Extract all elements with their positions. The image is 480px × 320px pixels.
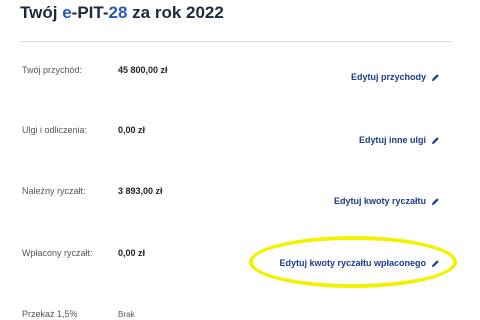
title-number: 28 <box>108 3 128 22</box>
edit-lump-sum-paid-label: Edytuj kwoty ryczałtu wpłaconego <box>279 258 426 268</box>
title-e: e <box>62 3 72 22</box>
edit-lump-sum-label: Edytuj kwoty ryczałtu <box>333 196 426 206</box>
tax-donation-label: Przekaż 1,5% <box>22 309 78 319</box>
edit-lump-sum-paid-link[interactable]: Edytuj kwoty ryczałtu wpłaconego <box>279 258 440 268</box>
title-dash: -PIT- <box>71 3 109 22</box>
lump-sum-paid-value: 0,00 zł <box>118 248 146 258</box>
tax-donation-value: Brak <box>118 310 135 319</box>
edit-income-label: Edytuj przychody <box>350 72 426 82</box>
edit-reliefs-link[interactable]: Edytuj inne ulgi <box>359 135 440 145</box>
lump-sum-paid-label: Wpłacony ryczałt: <box>22 248 93 258</box>
edit-income-link[interactable]: Edytuj przychody <box>351 72 440 82</box>
pencil-icon <box>431 259 439 267</box>
pencil-icon <box>431 73 439 81</box>
edit-lump-sum-link[interactable]: Edytuj kwoty ryczałtu <box>334 196 440 206</box>
pencil-icon <box>431 136 439 144</box>
lump-sum-due-label: Należny ryczałt: <box>22 186 86 196</box>
page-title: Twój e-PIT-28 za rok 2022 <box>20 2 224 24</box>
income-label: Twój przychód: <box>22 65 83 75</box>
lump-sum-due-value: 3 893,00 zł <box>118 186 163 196</box>
e-pit-summary: Twój e-PIT-28 za rok 2022 Twój przychód:… <box>0 0 480 320</box>
pencil-icon <box>431 197 439 205</box>
title-suffix: za rok 2022 <box>127 3 224 22</box>
edit-reliefs-label: Edytuj inne ulgi <box>359 135 426 145</box>
header-divider <box>20 41 452 42</box>
reliefs-label: Ulgi i odliczenia: <box>22 125 88 135</box>
title-prefix: Twój <box>20 3 63 22</box>
reliefs-value: 0,00 zł <box>118 125 146 135</box>
income-value: 45 800,00 zł <box>118 65 168 75</box>
